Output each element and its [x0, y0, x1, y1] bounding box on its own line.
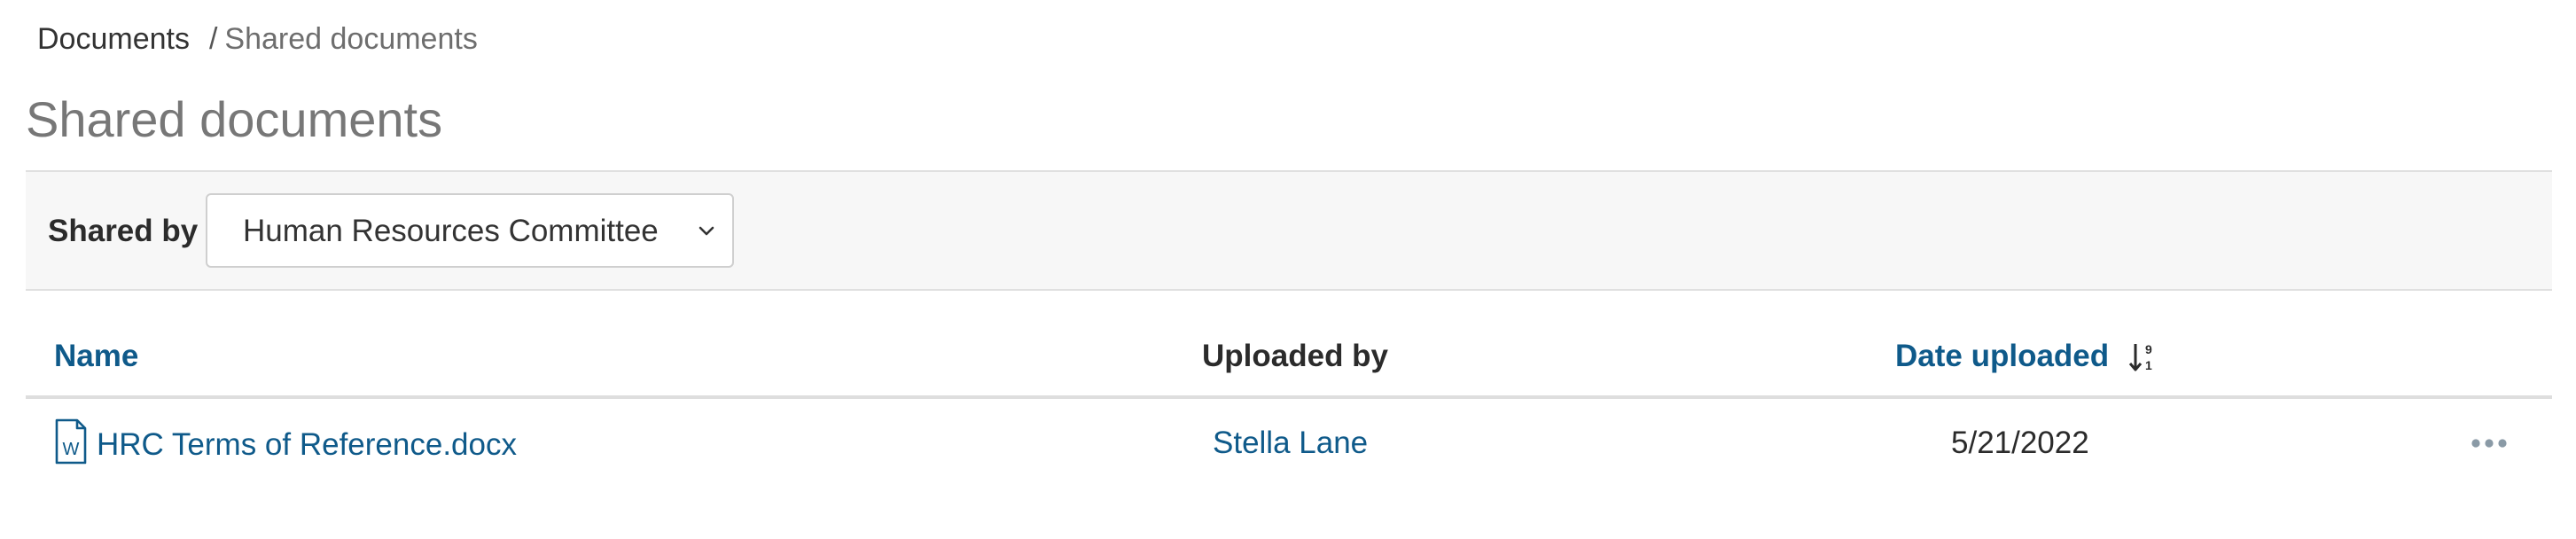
breadcrumb-documents-link[interactable]: Documents [37, 22, 190, 56]
breadcrumb-separator: / [208, 22, 218, 56]
word-document-icon: W [55, 418, 87, 465]
column-header-name[interactable]: Name [54, 337, 138, 376]
shared-documents-page: Documents / Shared documents Shared docume… [0, 0, 2576, 539]
svg-text:9: 9 [2145, 342, 2152, 356]
table-row: W HRC Terms of Reference.docx Stella Lan… [26, 399, 2552, 488]
column-header-date-uploaded[interactable]: Date uploaded [1895, 337, 2109, 376]
column-header-uploaded-by: Uploaded by [1202, 339, 1389, 373]
more-horizontal-icon[interactable] [2469, 426, 2510, 461]
breadcrumb-current: Shared documents [224, 22, 478, 56]
shared-by-select[interactable]: Human Resources Committee [206, 193, 734, 268]
date-uploaded-cell: 5/21/2022 [1951, 426, 2089, 460]
shared-by-label: Shared by [48, 214, 199, 248]
filter-bar: Shared by Human Resources Committee [26, 170, 2552, 291]
shared-by-selected-value: Human Resources Committee [243, 214, 659, 248]
chevron-down-icon [699, 226, 714, 236]
uploaded-by-link[interactable]: Stella Lane [1213, 424, 1368, 463]
breadcrumb: Documents / Shared documents [37, 20, 478, 59]
svg-text:1: 1 [2145, 358, 2152, 372]
file-name-link[interactable]: HRC Terms of Reference.docx [97, 426, 517, 465]
sort-numeric-ascending-icon[interactable]: 9 1 [2127, 340, 2159, 374]
page-title: Shared documents [26, 91, 443, 147]
svg-text:W: W [63, 440, 80, 459]
